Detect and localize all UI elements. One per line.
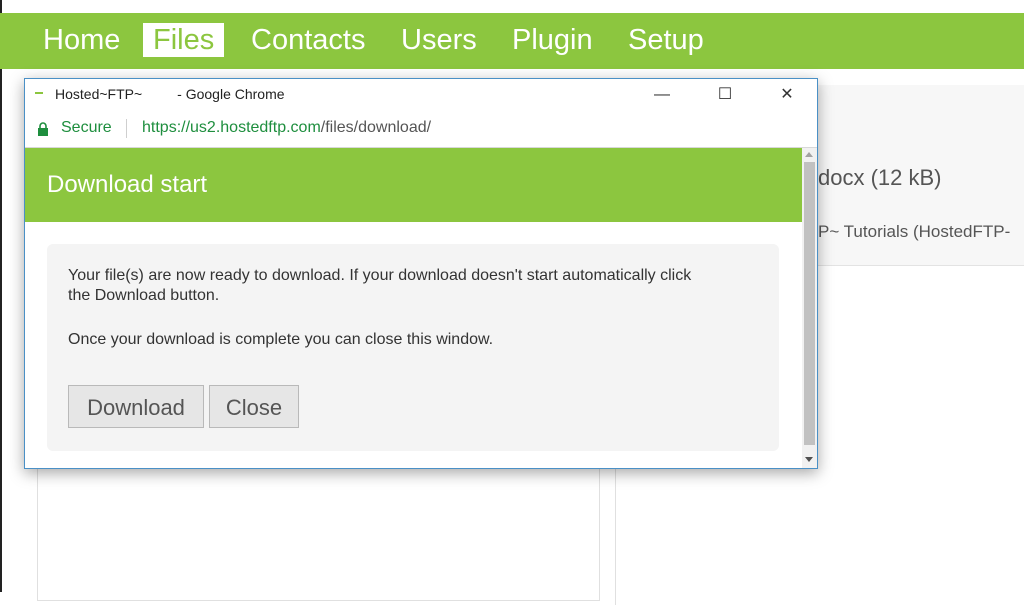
nav-files[interactable]: Files <box>143 23 225 57</box>
minimize-button[interactable]: — <box>639 79 685 110</box>
close-hint-message: Once your download is complete you can c… <box>68 331 494 348</box>
popup-content: Download start Your file(s) are now read… <box>25 148 802 468</box>
vertical-scrollbar[interactable] <box>802 148 817 468</box>
nav-plugin[interactable]: Plugin <box>502 23 603 57</box>
left-edge <box>0 0 2 592</box>
close-button[interactable]: Close <box>209 385 299 428</box>
top-strip <box>0 0 1024 13</box>
nav-setup[interactable]: Setup <box>618 23 714 57</box>
secure-label: Secure <box>61 119 112 136</box>
dialog-title: Download start <box>47 171 208 198</box>
window-close-button[interactable]: ✕ <box>764 79 810 110</box>
scroll-up-arrow-icon[interactable] <box>805 152 813 157</box>
nav-contacts[interactable]: Contacts <box>241 23 375 57</box>
dialog-body: Your file(s) are now ready to download. … <box>47 244 779 451</box>
lock-icon <box>38 122 48 136</box>
dialog-header: Download start <box>25 148 802 222</box>
maximize-button[interactable]: ☐ <box>702 79 748 110</box>
address-separator <box>126 119 127 138</box>
hostedftp-app-icon <box>35 92 43 94</box>
window-title: Hosted~FTP~ - Google Chrome <box>55 86 285 102</box>
nav-home[interactable]: Home <box>33 23 130 57</box>
top-nav: Home Files Contacts Users Plugin Setup <box>0 13 1024 69</box>
scroll-thumb[interactable] <box>804 162 815 445</box>
window-titlebar[interactable]: Hosted~FTP~ - Google Chrome — ☐ ✕ <box>25 79 817 110</box>
url-text[interactable]: https://us2.hostedftp.com/files/download… <box>142 119 431 137</box>
address-bar[interactable]: Secure https://us2.hostedftp.com/files/d… <box>25 110 817 148</box>
download-popup-window: Hosted~FTP~ - Google Chrome — ☐ ✕ Secure… <box>24 78 818 469</box>
file-folder-path[interactable]: P~ Tutorials (HostedFTP- <box>818 222 1024 242</box>
nav-users[interactable]: Users <box>391 23 487 57</box>
url-host: https://us2.hostedftp.com <box>142 119 321 136</box>
ready-message: Your file(s) are now ready to download. … <box>68 267 692 304</box>
scroll-down-arrow-icon[interactable] <box>805 457 813 462</box>
file-name-size: docx (12 kB) <box>818 165 942 190</box>
download-button[interactable]: Download <box>68 385 204 428</box>
url-path: /files/download/ <box>320 119 432 136</box>
